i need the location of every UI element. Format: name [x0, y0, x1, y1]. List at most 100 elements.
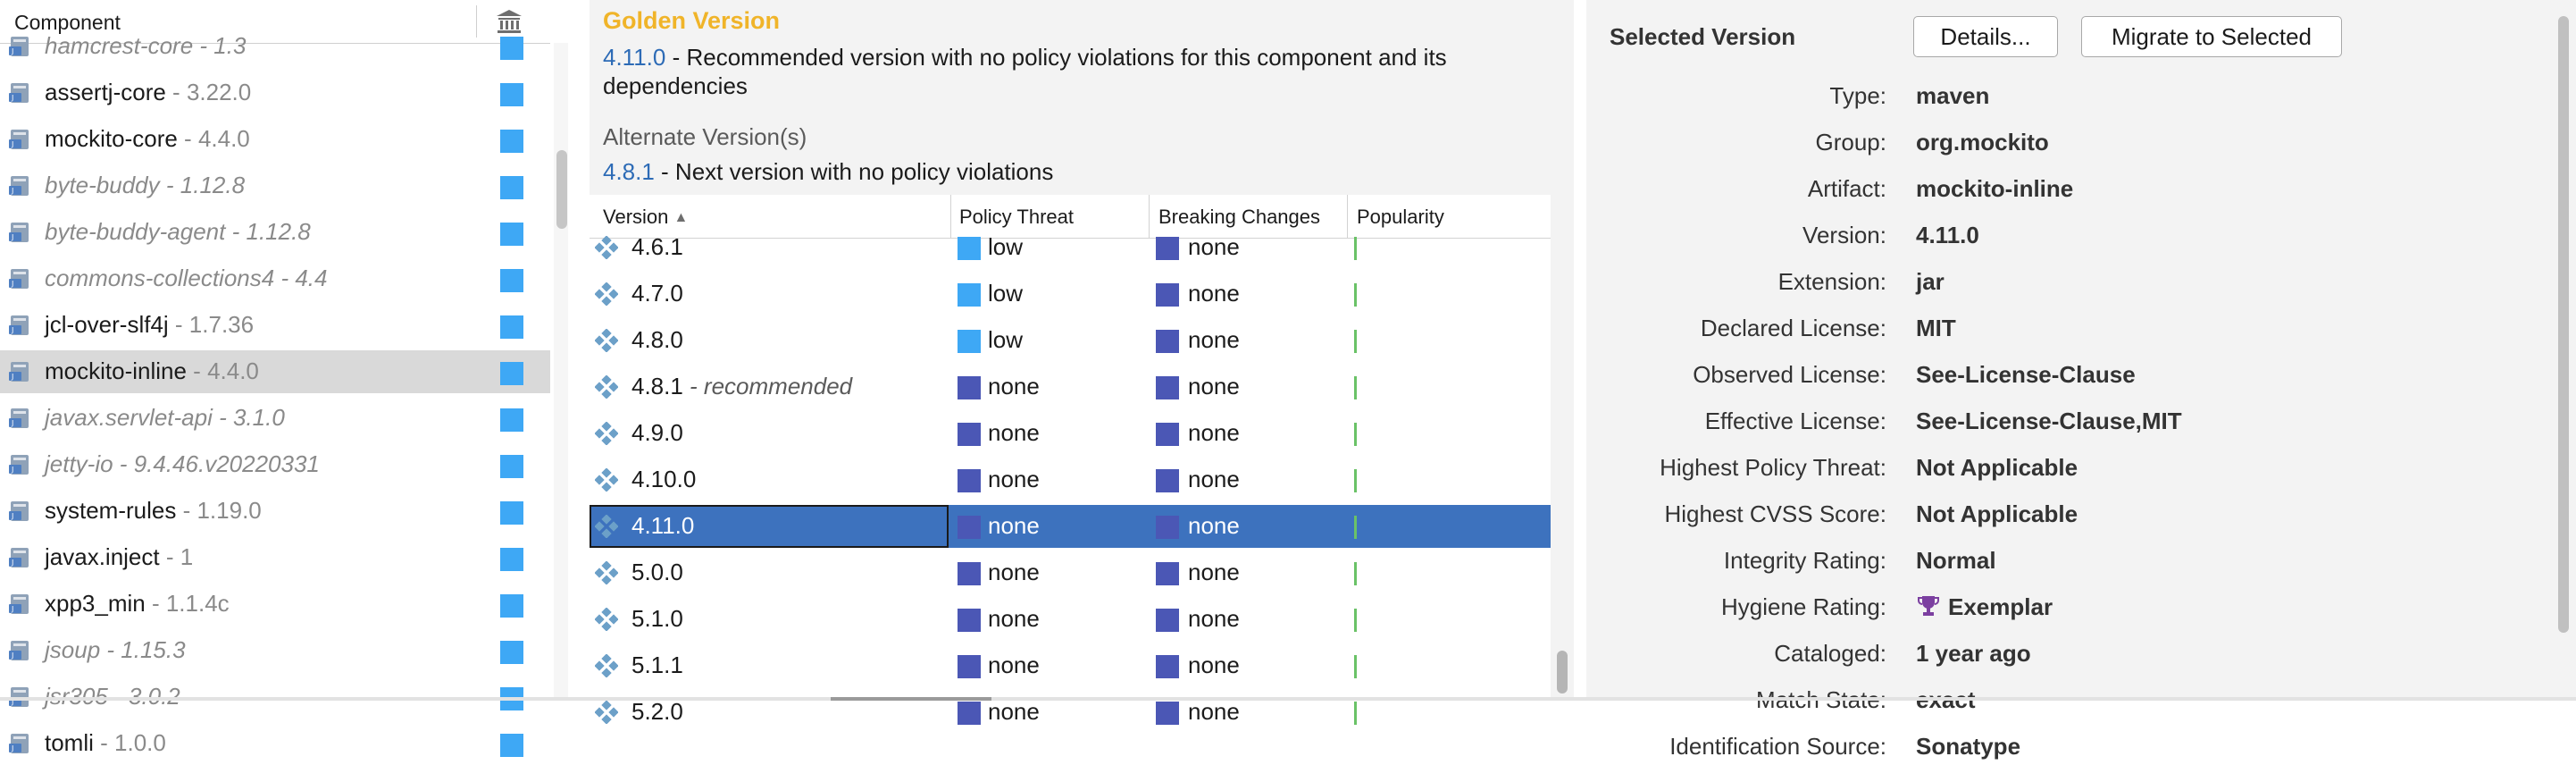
- component-row[interactable]: Jjsoup - 1.15.3: [0, 629, 550, 672]
- jar-file-icon: J: [9, 176, 29, 196]
- version-cell[interactable]: 4.10.0: [590, 458, 949, 501]
- policy-threat-value: low: [988, 326, 1024, 353]
- component-row[interactable]: Jcommons-collections4 - 4.4: [0, 257, 550, 300]
- breaking-changes-value: none: [1188, 652, 1240, 678]
- breaking-changes-swatch: [1156, 330, 1179, 353]
- version-cell[interactable]: 5.0.0: [590, 551, 949, 594]
- version-row[interactable]: 4.8.1 - recommended none none: [590, 366, 1551, 408]
- component-row[interactable]: Jsystem-rules - 1.19.0: [0, 490, 550, 533]
- migrate-to-selected-button[interactable]: Migrate to Selected: [2081, 16, 2342, 57]
- golden-version-text: - Recommended version with no policy vio…: [603, 44, 1447, 99]
- versions-scrollbar[interactable]: [1552, 195, 1570, 701]
- alternate-version-text: - Next version with no policy violations: [654, 158, 1054, 185]
- version-row[interactable]: 5.0.0 none none: [590, 551, 1551, 594]
- version-label: 4.8.0: [631, 326, 683, 353]
- property-label: Highest Policy Threat:: [1660, 454, 1886, 481]
- property-value: 4.11.0: [1916, 222, 1979, 248]
- version-cell[interactable]: 4.9.0: [590, 412, 949, 455]
- breaking-changes-value: none: [1188, 233, 1240, 260]
- version-cell[interactable]: 5.1.0: [590, 598, 949, 641]
- components-scroll-thumb[interactable]: [556, 150, 567, 229]
- breaking-changes-swatch: [1156, 237, 1179, 260]
- popularity-bar: [1354, 702, 1357, 725]
- policy-threat-swatch: [958, 609, 981, 632]
- version-row[interactable]: 4.10.0 none none: [590, 458, 1551, 501]
- popularity-bar: [1354, 469, 1357, 492]
- version-node-icon: [595, 236, 618, 259]
- sort-ascending-icon: ▲: [673, 210, 689, 225]
- property-label: Type:: [1829, 82, 1886, 109]
- version-label: 4.8.1 - recommended: [631, 373, 853, 399]
- properties-scroll-thumb[interactable]: [2558, 16, 2569, 633]
- policy-threat-swatch: [958, 562, 981, 585]
- component-threat-indicator: [500, 223, 523, 246]
- jar-file-icon: J: [9, 223, 29, 242]
- version-cell[interactable]: 4.7.0: [590, 273, 949, 315]
- component-row[interactable]: Jmockito-core - 4.4.0: [0, 118, 550, 161]
- component-row[interactable]: Jjetty-io - 9.4.46.v20220331: [0, 443, 550, 486]
- component-row[interactable]: Jbyte-buddy - 1.12.8: [0, 164, 550, 207]
- popularity-bar: [1354, 330, 1357, 353]
- property-value: org.mockito: [1916, 129, 2049, 156]
- golden-version-title: Golden Version: [603, 7, 781, 34]
- horizontal-scrollbar[interactable]: [0, 697, 2576, 701]
- component-row[interactable]: Jxpp3_min - 1.1.4c: [0, 583, 550, 626]
- component-row[interactable]: Jjavax.inject - 1: [0, 536, 550, 579]
- property-label: Artifact:: [1807, 175, 1886, 202]
- version-cell[interactable]: 4.8.1 - recommended: [590, 366, 949, 408]
- version-label: 4.6.1: [631, 233, 683, 260]
- component-row[interactable]: Jjavax.servlet-api - 3.1.0: [0, 397, 550, 440]
- property-label: Identification Source:: [1669, 733, 1886, 760]
- component-row[interactable]: Jtomli - 1.0.0: [0, 722, 550, 765]
- version-label: 5.0.0: [631, 559, 683, 585]
- version-row[interactable]: 5.1.1 none none: [590, 644, 1551, 687]
- version-cell[interactable]: 5.1.1: [590, 644, 949, 687]
- version-row[interactable]: 4.6.1 low none: [590, 226, 1551, 269]
- popularity-bar: [1354, 609, 1357, 632]
- horizontal-scroll-thumb[interactable]: [831, 697, 991, 701]
- version-label: 4.11.0: [631, 512, 695, 539]
- version-row[interactable]: 5.1.0 none none: [590, 598, 1551, 641]
- policy-threat-value: none: [988, 559, 1040, 585]
- policy-threat-swatch: [958, 283, 981, 307]
- component-name: system-rules - 1.19.0: [45, 497, 262, 524]
- versions-scroll-thumb[interactable]: [1557, 651, 1568, 694]
- breaking-changes-swatch: [1156, 376, 1179, 399]
- components-scrollbar[interactable]: [554, 43, 568, 701]
- property-value: 1 year ago: [1916, 640, 2031, 667]
- component-threat-indicator: [500, 455, 523, 478]
- component-row[interactable]: Jmockito-inline - 4.4.0: [0, 350, 550, 393]
- svg-text:J: J: [11, 47, 13, 55]
- component-row[interactable]: Jhamcrest-core - 1.3: [0, 25, 550, 68]
- policy-threat-value: none: [988, 512, 1040, 539]
- component-row[interactable]: Jassertj-core - 3.22.0: [0, 71, 550, 114]
- component-threat-indicator: [500, 594, 523, 618]
- version-label: 5.1.0: [631, 605, 683, 632]
- version-node-icon: [595, 561, 618, 584]
- golden-version-link[interactable]: 4.11.0: [603, 44, 665, 71]
- jar-file-icon: J: [9, 130, 29, 149]
- component-row[interactable]: Jjcl-over-slf4j - 1.7.36: [0, 304, 550, 347]
- component-row[interactable]: Jbyte-buddy-agent - 1.12.8: [0, 211, 550, 254]
- component-name: javax.servlet-api - 3.1.0: [45, 404, 285, 431]
- breaking-changes-swatch: [1156, 283, 1179, 307]
- version-label: 4.7.0: [631, 280, 683, 307]
- version-cell[interactable]: 4.8.0: [590, 319, 949, 362]
- details-button[interactable]: Details...: [1913, 16, 2058, 57]
- version-row[interactable]: 4.7.0 low none: [590, 273, 1551, 315]
- version-row[interactable]: 4.9.0 none none: [590, 412, 1551, 455]
- svg-text:J: J: [11, 466, 13, 474]
- policy-threat-swatch: [958, 702, 981, 725]
- version-cell[interactable]: 4.6.1: [590, 226, 949, 269]
- property-value: Exemplar: [1916, 593, 2053, 621]
- alternate-version-link[interactable]: 4.8.1: [603, 158, 655, 185]
- property-label: Declared License:: [1700, 315, 1886, 341]
- version-row[interactable]: 4.8.0 low none: [590, 319, 1551, 362]
- version-cell[interactable]: 4.11.0: [590, 505, 949, 548]
- component-name: tomli - 1.0.0: [45, 729, 166, 756]
- version-row[interactable]: 4.11.0 none none: [590, 505, 1551, 548]
- trophy-icon: [1918, 596, 1939, 616]
- property-value: maven: [1916, 82, 1990, 109]
- property-label: Effective License:: [1704, 408, 1886, 434]
- popularity-bar: [1354, 237, 1357, 260]
